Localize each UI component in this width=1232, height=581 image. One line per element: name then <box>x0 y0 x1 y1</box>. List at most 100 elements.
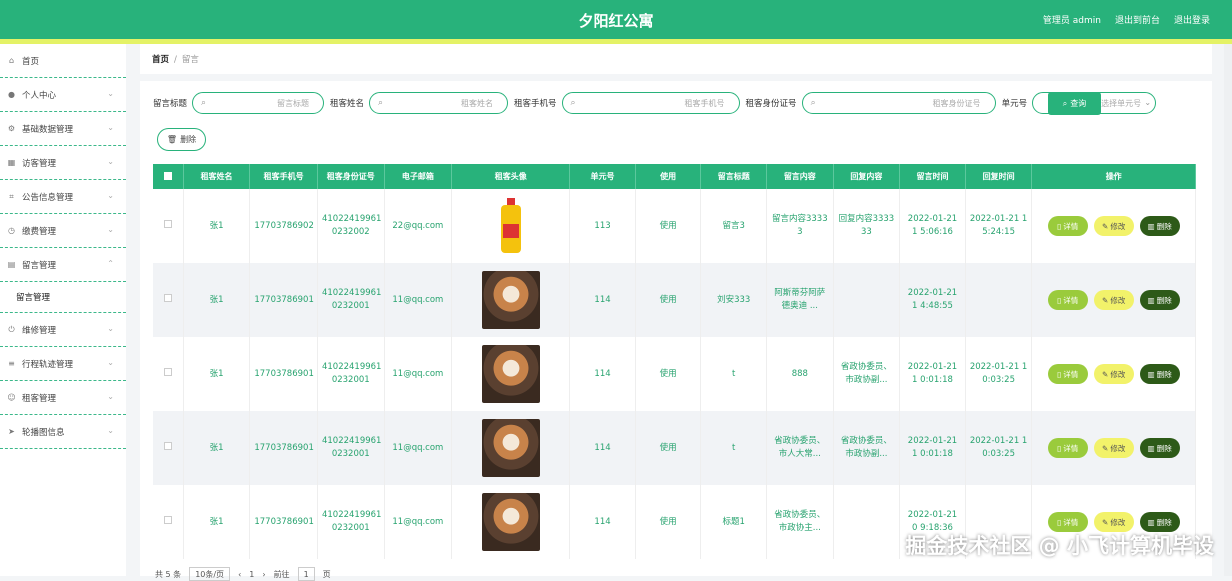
sidebar-item-label: 首页 <box>22 56 40 67</box>
cell-rtime: 2022-01-21 1 0:03:25 <box>965 337 1033 411</box>
watermark: 掘金技术社区 @ 小飞计算机毕设 <box>905 534 1214 558</box>
search-label: 单元号 <box>1001 99 1028 109</box>
goto-page-input[interactable]: 1 <box>297 567 315 581</box>
select-all-checkbox[interactable] <box>153 164 184 189</box>
current-page[interactable]: 1 <box>249 570 254 579</box>
cell-ctime: 2022-01-21 1 5:06:16 <box>899 189 966 263</box>
edit-button-label: 修改 <box>1110 443 1126 453</box>
page-scrollbar[interactable] <box>1224 44 1232 576</box>
cell-reply: 回复内容3333 33 <box>833 189 901 263</box>
edit-icon: ✎ <box>1102 221 1109 231</box>
sidebar-item[interactable]: ⌗ 公告信息管理 ⌄ <box>0 180 126 214</box>
cell-reply: 省政协委员、 市政协副... <box>833 411 901 485</box>
doc-icon: ▯ <box>1057 221 1062 231</box>
delete-button[interactable]: ▥ 删除 <box>1139 512 1180 532</box>
cell-name: 张1 <box>183 263 251 337</box>
row-checkbox[interactable] <box>153 411 184 485</box>
sidebar-item[interactable]: ◷ 缴费管理 ⌄ <box>0 214 126 248</box>
search-label: 租客手机号 <box>514 99 557 109</box>
list-icon: ≡ <box>8 359 15 368</box>
sidebar-subitem[interactable]: 留言管理 <box>0 282 126 313</box>
actions-cell: ▯ 详情 ✎ 修改 ▥ 删除 <box>1031 337 1196 411</box>
prev-page-icon[interactable]: ‹ <box>238 570 241 579</box>
row-checkbox[interactable] <box>153 189 184 263</box>
next-page-icon[interactable]: › <box>262 570 265 579</box>
breadcrumb-home[interactable]: 首页 <box>152 55 169 65</box>
row-checkbox[interactable] <box>153 337 184 411</box>
cell-name: 张1 <box>183 337 251 411</box>
batch-delete-button[interactable]: 🗑 删除 <box>157 128 206 151</box>
sidebar-item[interactable]: ▦ 访客管理 ⌄ <box>0 146 126 180</box>
chevron-down-icon: ⌄ <box>107 225 114 234</box>
cell-unit: 114 <box>569 411 636 485</box>
avatar-image <box>497 198 525 254</box>
sidebar-item[interactable]: ▤ 留言管理 ⌃ <box>0 248 126 282</box>
search-input[interactable]: ⌕ 租客手机号 <box>561 92 740 114</box>
delete-button[interactable]: ▥ 删除 <box>1139 364 1180 384</box>
column-header: 租客姓名 <box>183 164 251 189</box>
detail-button[interactable]: ▯ 详情 <box>1047 438 1088 458</box>
folder-icon: ▤ <box>7 260 16 269</box>
sidebar-item-label: 访客管理 <box>22 158 57 169</box>
admin-user-label: 管理员 admin <box>1042 16 1101 26</box>
row-checkbox[interactable] <box>153 485 184 559</box>
cell-use: 使用 <box>635 337 702 411</box>
cell-ctime: 2022-01-21 1 4:48:55 <box>899 263 966 337</box>
cell-id: 41022419961 0232001 <box>317 485 385 559</box>
search-input[interactable]: ⌕ 留言标题 <box>192 92 325 114</box>
edit-button[interactable]: ✎ 修改 <box>1093 364 1134 384</box>
cell-id: 41022419961 0232002 <box>317 189 385 263</box>
delete-button[interactable]: ▥ 删除 <box>1139 438 1180 458</box>
sidebar-item[interactable]: ☺ 租客管理 ⌄ <box>0 381 126 415</box>
sidebar-item-label: 缴费管理 <box>22 226 57 237</box>
delete-button[interactable]: ▥ 删除 <box>1139 216 1180 236</box>
cell-name: 张1 <box>183 485 251 559</box>
batch-delete-label: 删除 <box>180 135 197 144</box>
detail-button[interactable]: ▯ 详情 <box>1047 364 1088 384</box>
edit-button-label: 修改 <box>1110 295 1126 305</box>
chevron-down-icon: ⌄ <box>1144 98 1152 107</box>
search-input[interactable]: ⌕ 租客身份证号 <box>801 92 996 114</box>
delete-button-label: 删除 <box>1156 517 1172 527</box>
edit-icon: ✎ <box>1102 443 1109 453</box>
detail-button[interactable]: ▯ 详情 <box>1047 216 1088 236</box>
cell-content: 省政协委员、 市政协主... <box>766 485 834 559</box>
cell-title: t <box>700 411 768 485</box>
edit-icon: ✎ <box>1102 517 1109 527</box>
cell-use: 使用 <box>635 189 702 263</box>
detail-button[interactable]: ▯ 详情 <box>1047 512 1088 532</box>
cell-id: 41022419961 0232001 <box>317 411 385 485</box>
cell-ctime: 2022-01-21 1 0:01:18 <box>899 411 966 485</box>
page-size-select[interactable]: 10条/页 <box>189 567 231 581</box>
row-checkbox[interactable] <box>153 263 184 337</box>
power-icon: ⏻ <box>8 324 15 334</box>
edit-button[interactable]: ✎ 修改 <box>1093 438 1134 458</box>
search-label: 留言标题 <box>153 99 188 109</box>
clock-icon: ◷ <box>8 226 15 235</box>
delete-button[interactable]: ▥ 删除 <box>1139 290 1180 310</box>
sidebar-item[interactable]: ⏻ 维修管理 ⌄ <box>0 313 126 347</box>
column-header: 留言内容 <box>766 164 834 189</box>
search-input[interactable]: ⌕ 租客姓名 <box>369 92 509 114</box>
breadcrumb-separator: / <box>174 55 177 65</box>
sidebar-item-label: 基础数据管理 <box>22 124 74 135</box>
sidebar-item[interactable]: ⚙ 基础数据管理 ⌄ <box>0 112 126 146</box>
edit-button[interactable]: ✎ 修改 <box>1093 216 1134 236</box>
page-unit-label: 页 <box>322 569 331 579</box>
edit-button[interactable]: ✎ 修改 <box>1093 290 1134 310</box>
chevron-down-icon: ⌄ <box>107 324 114 333</box>
chevron-down-icon: ⌄ <box>107 358 114 367</box>
sidebar-item[interactable]: ● 个人中心 ⌄ <box>0 78 126 112</box>
column-header: 回复内容 <box>833 164 901 189</box>
logout-link[interactable]: 退出登录 <box>1174 13 1210 26</box>
query-button[interactable]: ⌕ 查询 <box>1048 92 1101 115</box>
detail-button[interactable]: ▯ 详情 <box>1047 290 1088 310</box>
sidebar-item[interactable]: ≡ 行程轨迹管理 ⌄ <box>0 347 126 381</box>
sidebar-item[interactable]: ⌂ 首页 <box>0 44 126 78</box>
back-to-front-link[interactable]: 退出到前台 <box>1115 13 1160 26</box>
doc-icon: ▯ <box>1057 295 1062 305</box>
total-count: 共 5 条 <box>155 569 182 579</box>
edit-button[interactable]: ✎ 修改 <box>1093 512 1134 532</box>
top-bar: 夕阳红公寓 管理员 admin 退出到前台 退出登录 <box>0 0 1232 39</box>
sidebar-item[interactable]: ➤ 轮播图信息 ⌄ <box>0 415 126 449</box>
